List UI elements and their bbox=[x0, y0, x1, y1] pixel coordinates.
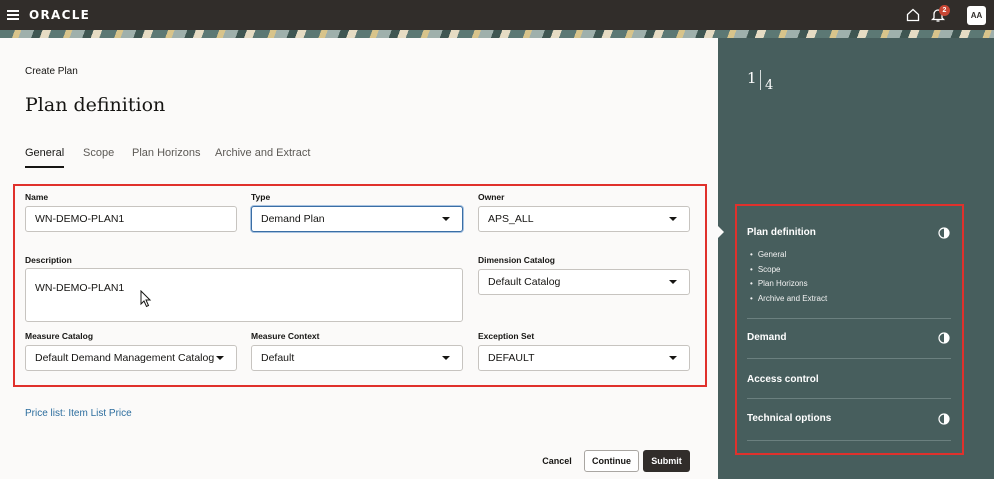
measure-context-select[interactable]: Default bbox=[251, 345, 463, 371]
submit-button[interactable]: Submit bbox=[643, 450, 690, 472]
top-bar: ORACLE 2 AA bbox=[0, 0, 994, 30]
sidebar-subitem-archive-and-extract[interactable]: Archive and Extract bbox=[750, 294, 827, 303]
sidebar-divider bbox=[747, 358, 951, 359]
step-total: 4 bbox=[765, 78, 774, 93]
cancel-button[interactable]: Cancel bbox=[536, 450, 578, 472]
type-select[interactable]: Demand Plan bbox=[251, 206, 463, 232]
decorative-banner bbox=[0, 30, 994, 38]
sidebar-divider bbox=[747, 398, 951, 399]
brand-logo: ORACLE bbox=[29, 8, 91, 22]
name-label: Name bbox=[25, 192, 49, 202]
current-step-pointer bbox=[718, 226, 724, 238]
sidebar-item-technical-options[interactable]: Technical options bbox=[747, 413, 831, 424]
price-list-link[interactable]: Price list: Item List Price bbox=[25, 408, 132, 419]
owner-select[interactable]: APS_ALL bbox=[478, 206, 690, 232]
owner-label: Owner bbox=[478, 192, 505, 202]
mouse-pointer-icon bbox=[140, 290, 152, 308]
sidebar-divider bbox=[747, 440, 951, 441]
sidebar-subitem-general[interactable]: General bbox=[750, 250, 786, 259]
measure-catalog-select[interactable]: Default Demand Management Catalog bbox=[25, 345, 237, 371]
chevron-down-icon bbox=[669, 217, 677, 221]
description-textarea[interactable]: WN-DEMO-PLAN1 bbox=[25, 268, 463, 322]
measure-catalog-label: Measure Catalog bbox=[25, 331, 94, 341]
tab-general[interactable]: General bbox=[25, 147, 65, 168]
dimension-catalog-label: Dimension Catalog bbox=[478, 255, 555, 265]
home-icon[interactable] bbox=[906, 8, 920, 22]
chevron-down-icon bbox=[669, 280, 677, 284]
sidebar-subitem-scope[interactable]: Scope bbox=[750, 265, 781, 274]
name-input[interactable]: WN-DEMO-PLAN1 bbox=[25, 206, 237, 232]
owner-select-value: APS_ALL bbox=[488, 213, 534, 225]
chevron-down-icon bbox=[216, 356, 224, 360]
half-circle-icon bbox=[938, 332, 950, 344]
tab-plan-horizons[interactable]: Plan Horizons bbox=[132, 147, 200, 159]
avatar[interactable]: AA bbox=[967, 6, 986, 25]
sidebar-subitem-plan-horizons[interactable]: Plan Horizons bbox=[750, 279, 808, 288]
sidebar-item-demand[interactable]: Demand bbox=[747, 332, 786, 343]
half-circle-icon bbox=[938, 227, 950, 239]
half-circle-icon bbox=[938, 413, 950, 425]
dimension-catalog-value: Default Catalog bbox=[488, 276, 561, 288]
breadcrumb: Create Plan bbox=[25, 66, 78, 77]
continue-button[interactable]: Continue bbox=[584, 450, 639, 472]
sidebar-item-plan-definition[interactable]: Plan definition bbox=[747, 227, 816, 238]
chevron-down-icon bbox=[669, 356, 677, 360]
page-title: Plan definition bbox=[25, 94, 166, 116]
tab-scope[interactable]: Scope bbox=[83, 147, 114, 159]
chevron-down-icon bbox=[442, 356, 450, 360]
description-label: Description bbox=[25, 255, 72, 265]
dimension-catalog-select[interactable]: Default Catalog bbox=[478, 269, 690, 295]
step-separator bbox=[760, 70, 761, 90]
measure-context-label: Measure Context bbox=[251, 331, 320, 341]
exception-set-value: DEFAULT bbox=[488, 352, 535, 364]
sidebar-item-access-control[interactable]: Access control bbox=[747, 374, 819, 385]
exception-set-select[interactable]: DEFAULT bbox=[478, 345, 690, 371]
measure-catalog-value: Default Demand Management Catalog bbox=[35, 352, 215, 364]
notification-badge: 2 bbox=[939, 5, 950, 16]
measure-context-value: Default bbox=[261, 352, 295, 364]
type-label: Type bbox=[251, 192, 271, 202]
exception-set-label: Exception Set bbox=[478, 331, 535, 341]
menu-icon[interactable] bbox=[7, 10, 19, 20]
sidebar-divider bbox=[747, 318, 951, 319]
step-current: 1 bbox=[747, 69, 757, 87]
type-select-value: Demand Plan bbox=[261, 213, 325, 225]
chevron-down-icon bbox=[442, 217, 450, 221]
tab-archive-and-extract[interactable]: Archive and Extract bbox=[215, 147, 310, 159]
